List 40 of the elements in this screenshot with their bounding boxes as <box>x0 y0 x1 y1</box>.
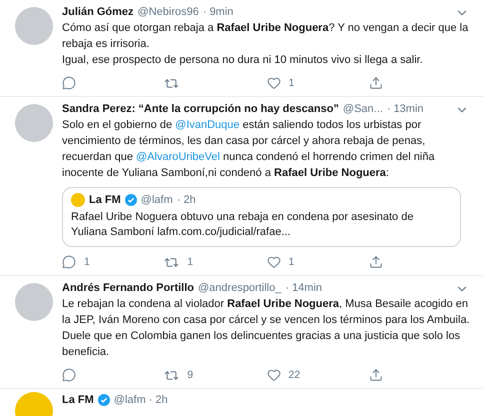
reply-button[interactable]: 1 <box>62 255 164 269</box>
tweet-time[interactable]: · 14min <box>285 280 322 296</box>
avatar-photo-placeholder[interactable] <box>15 104 53 142</box>
retweet-button[interactable]: 9 <box>164 368 266 382</box>
speech-bubble-icon <box>62 255 76 269</box>
author-name[interactable]: La FM <box>62 392 94 408</box>
author-name[interactable]: Julián Gómez <box>62 4 134 20</box>
mention-link[interactable]: @IvanDuque <box>175 119 240 131</box>
tweet-text: Solo en el gobierno de @IvanDuque están saliendo todos los urbistas por vencimiento de términos, les dan casa por cárcel y ahora rebaja de penas, recuerdan que @AlvaroUribeVel nunca condenó el horrendo crimen del niña inocente de Yuliana Samboní,ni condenó a Rafael Uribe Noguera: <box>62 118 436 181</box>
speech-bubble-icon <box>62 76 76 90</box>
tweet-time[interactable]: · 9min <box>202 4 234 20</box>
tweet-text: Cómo así que otorgan rebaja a Rafael Uribe Noguera? Y no vengan a decir que la rebaja es irrisoria. Igual, ese prospecto de persona no dura ni 10 minutos vivo si llega a salir. <box>62 21 470 68</box>
quoted-author-handle: @lafm <box>140 193 173 208</box>
like-button[interactable]: 1 <box>266 255 369 269</box>
quoted-tweet-time: · 2h <box>176 193 196 208</box>
author-name[interactable]: Sandra Perez: “Ante la corrupción no hay descanso” <box>62 101 339 117</box>
avatar-photo-placeholder[interactable] <box>15 283 53 321</box>
tweet-text: Le rebajan la condena al violador Rafael Uribe Noguera, Musa Besaile acogido en la JEP, Iván Moreno con casa por cárcel y se vencen los términos para los Ambuila. Duele que en Colombia ganen los delincuentes gracias a una justicia que solo los beneficia. <box>62 297 471 360</box>
author-handle[interactable]: @San... <box>342 101 383 117</box>
speech-bubble-icon <box>62 368 76 382</box>
avatar-photo-placeholder[interactable] <box>15 7 53 45</box>
author-handle[interactable]: @andresportillo_ <box>198 280 282 296</box>
like-button[interactable]: 1 <box>266 76 369 90</box>
author-handle[interactable]: @Nebiros96 <box>138 4 199 20</box>
heart-icon <box>266 76 280 90</box>
quoted-tweet-text: Rafael Uribe Noguera obtuvo una rebaja en condena por asesinato de Yuliana Samboní lafm.com.co/judicial/rafae... <box>71 210 414 240</box>
heart-icon <box>266 255 280 269</box>
tweet-time[interactable]: · 13min <box>386 101 424 117</box>
retweet-button[interactable]: 1 <box>164 254 266 270</box>
heart-icon <box>266 368 280 382</box>
logo-icon <box>71 193 85 207</box>
like-button[interactable]: 22 <box>266 368 369 382</box>
quoted-author-name: La FM <box>89 193 121 208</box>
author-handle[interactable]: @lafm · 2h <box>114 392 168 408</box>
quoted-tweet[interactable]: La FM @lafm · 2h Rafael Uribe Noguera obtuvo una rebaja en condena por asesinato de Yuliana Samboní lafm.com.co/judicial/rafae... <box>62 187 461 247</box>
share-icon <box>368 368 383 382</box>
share-icon <box>368 76 383 90</box>
author-name[interactable]: Andrés Fernando Portillo <box>62 280 194 296</box>
share-icon <box>368 255 383 269</box>
mention-link[interactable]: @AlvaroUribeVel <box>136 151 220 163</box>
